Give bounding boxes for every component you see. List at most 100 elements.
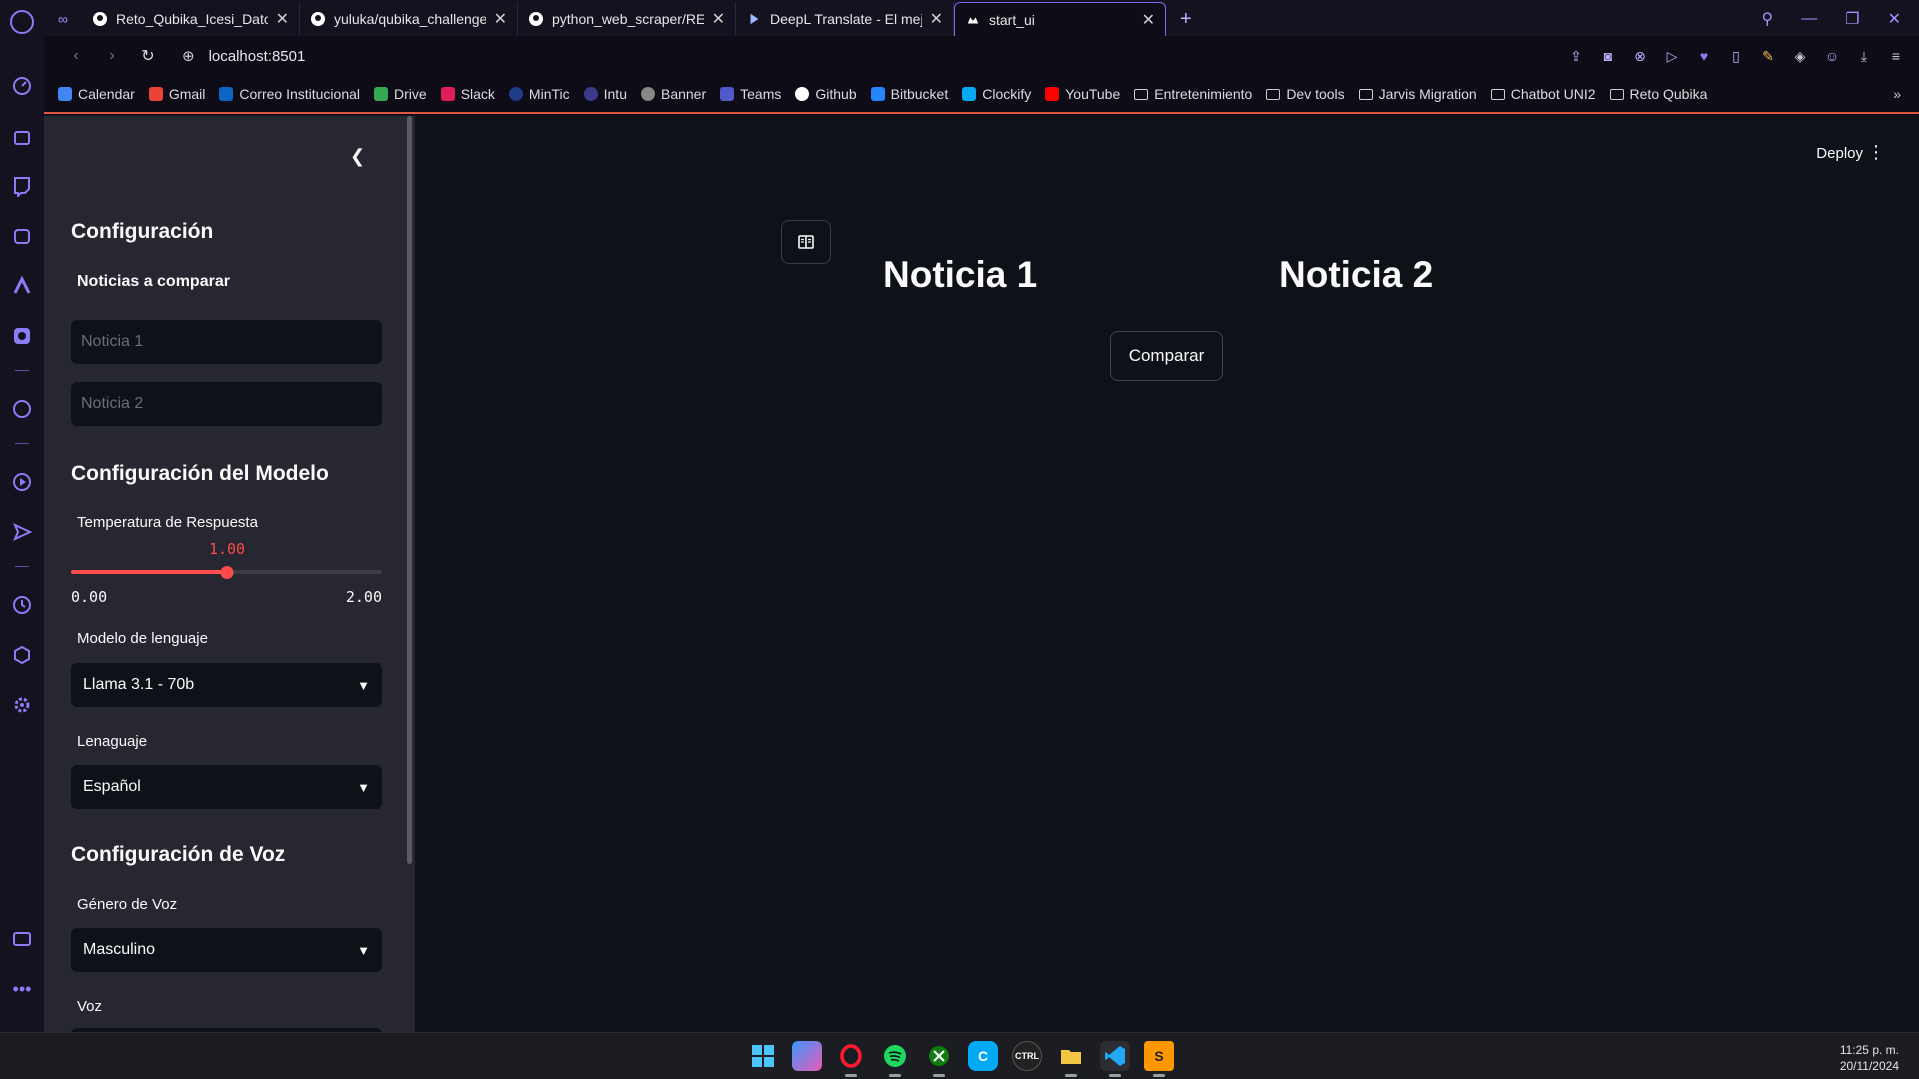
xbox-icon[interactable] [924, 1041, 954, 1077]
deploy-button[interactable]: Deploy [1816, 145, 1863, 162]
send-icon[interactable] [10, 520, 34, 544]
language-select[interactable]: Español ▼ [71, 765, 382, 809]
model-select[interactable]: Llama 3.1 - 70b ▼ [71, 663, 382, 707]
bookmark-correo[interactable]: Correo Institucional [219, 86, 360, 102]
bookmark-folder-jarvis[interactable]: Jarvis Migration [1358, 86, 1477, 102]
system-clock[interactable]: 11:25 p. m. 20/11/2024 [1840, 1042, 1899, 1074]
news2-input[interactable]: Noticia 2 [71, 382, 382, 426]
extensions-cube-icon[interactable] [10, 643, 34, 667]
extension-icon[interactable]: ▯ [1727, 47, 1745, 65]
pen-icon[interactable]: ✎ [1759, 47, 1777, 65]
bookmark-folder-chatbot[interactable]: Chatbot UNI2 [1490, 86, 1596, 102]
bookmark-folder-devtools[interactable]: Dev tools [1266, 86, 1345, 102]
url-field[interactable]: ⊕ localhost:8501 [182, 47, 306, 66]
voice-gender-select[interactable]: Masculino ▼ [71, 928, 382, 972]
collapse-sidebar-chevron-icon[interactable]: ❮ [350, 146, 365, 167]
site-info-icon[interactable]: ⊕ [182, 47, 195, 65]
player-icon[interactable] [10, 470, 34, 494]
tab-2[interactable]: yuluka/qubika_challenge ✕ [300, 2, 518, 36]
gallery-icon[interactable] [10, 927, 34, 951]
ctrl-app-icon[interactable]: CTRL [1012, 1041, 1042, 1071]
bookmark-slack[interactable]: Slack [440, 86, 495, 102]
copilot-icon[interactable] [792, 1041, 822, 1071]
speed-dial-icon[interactable] [10, 74, 34, 98]
url-text[interactable]: localhost:8501 [209, 48, 306, 65]
bookmark-bitbucket[interactable]: Bitbucket [870, 86, 948, 102]
close-icon[interactable]: ✕ [276, 9, 289, 29]
file-explorer-icon[interactable] [1056, 1041, 1086, 1077]
bookmark-calendar[interactable]: Calendar [58, 86, 135, 102]
reader-icon-button[interactable] [781, 220, 831, 264]
instagram-icon[interactable] [10, 324, 34, 348]
close-window-icon[interactable]: ✕ [1888, 9, 1901, 29]
profile-icon[interactable]: ☺ [1823, 47, 1841, 65]
tab-5-active[interactable]: start_ui ✕ [954, 2, 1166, 36]
tab-3[interactable]: python_web_scraper/REA ✕ [518, 2, 736, 36]
new-tab-plus-icon[interactable]: + [1166, 2, 1206, 36]
history-icon[interactable] [10, 593, 34, 617]
bag-icon[interactable] [10, 124, 34, 148]
more-dots-icon[interactable]: ••• [10, 977, 34, 1001]
download-icon[interactable]: ⤓ [1855, 47, 1873, 65]
bookmark-banner[interactable]: Banner [640, 86, 706, 102]
folder-icon [1609, 88, 1624, 100]
opera-icon[interactable] [836, 1041, 866, 1077]
bookmark-gmail[interactable]: Gmail [148, 86, 205, 102]
bookmark-intu[interactable]: Intu [583, 86, 627, 102]
news1-input[interactable]: Noticia 1 [71, 320, 382, 364]
bookmark-label: MinTic [528, 86, 570, 102]
block-icon[interactable]: ⊗ [1631, 47, 1649, 65]
aria-icon[interactable] [10, 274, 34, 298]
model-select-value: Llama 3.1 - 70b [83, 676, 195, 693]
more-bookmarks-icon[interactable]: » [1893, 86, 1919, 102]
settings-gear-icon[interactable] [10, 693, 34, 717]
heart-icon[interactable]: ♥ [1695, 47, 1713, 65]
camera-icon[interactable]: ◙ [1599, 47, 1617, 65]
minimize-icon[interactable]: — [1801, 10, 1817, 28]
forward-icon[interactable]: › [94, 47, 130, 65]
opera-logo-icon[interactable] [10, 10, 34, 34]
voice-gender-label: Género de Voz [77, 896, 178, 913]
sidebar-scrollbar[interactable] [407, 116, 412, 864]
bookmark-clockify[interactable]: Clockify [962, 86, 1031, 102]
bookmark-youtube[interactable]: YouTube [1045, 86, 1120, 102]
bookmark-folder-entretenimiento[interactable]: Entretenimiento [1134, 86, 1252, 102]
bookmark-mintic[interactable]: MinTic [508, 86, 570, 102]
bookmark-drive[interactable]: Drive [374, 86, 427, 102]
close-icon[interactable]: ✕ [712, 9, 725, 29]
close-icon[interactable]: ✕ [494, 9, 507, 29]
share-icon[interactable]: ⇪ [1567, 47, 1585, 65]
bookmark-teams[interactable]: Teams [720, 86, 781, 102]
temperature-slider[interactable]: 1.00 0.00 2.00 [71, 540, 382, 620]
easy-setup-icon[interactable]: ≡ [1887, 47, 1905, 65]
flow-icon[interactable]: ▷ [1663, 47, 1681, 65]
whatsapp-icon[interactable] [10, 397, 34, 421]
bookmark-github[interactable]: Github [795, 86, 857, 102]
twitch-icon[interactable] [10, 174, 34, 198]
folder-icon [1490, 88, 1505, 100]
bookmark-folder-reto[interactable]: Reto Qubika [1609, 86, 1707, 102]
main-menu-kebab-icon[interactable]: ⋮ [1867, 142, 1885, 163]
sublime-icon[interactable]: S [1144, 1041, 1174, 1077]
voice-label: Voz [77, 998, 103, 1015]
spotify-icon[interactable] [880, 1041, 910, 1077]
tab-title: start_ui [989, 11, 1035, 28]
search-tabs-icon[interactable]: ⚲ [1762, 9, 1774, 29]
cube-icon[interactable]: ◈ [1791, 47, 1809, 65]
back-icon[interactable]: ‹ [58, 47, 94, 65]
vscode-icon[interactable] [1100, 1041, 1130, 1077]
reload-icon[interactable]: ↻ [130, 46, 166, 66]
close-icon[interactable]: ✕ [930, 9, 943, 29]
slider-thumb[interactable] [220, 566, 234, 579]
workspaces-icon[interactable]: ∞ [44, 2, 82, 36]
windows-start-icon[interactable] [748, 1041, 778, 1071]
close-icon[interactable]: ✕ [1142, 10, 1155, 30]
tab-4[interactable]: DeepL Translate - El mejo ✕ [736, 2, 954, 36]
tab-1[interactable]: Reto_Qubika_Icesi_Datos ✕ [82, 2, 300, 36]
browser-sidebar: ••• [0, 0, 44, 1032]
compare-button[interactable]: Comparar [1110, 331, 1223, 381]
restore-icon[interactable]: ❐ [1845, 9, 1859, 29]
discord-icon[interactable] [10, 224, 34, 248]
clockify-icon[interactable]: C [968, 1041, 998, 1071]
streamlit-app: ❮ Configuración Noticias a comparar Noti… [44, 116, 1919, 1032]
